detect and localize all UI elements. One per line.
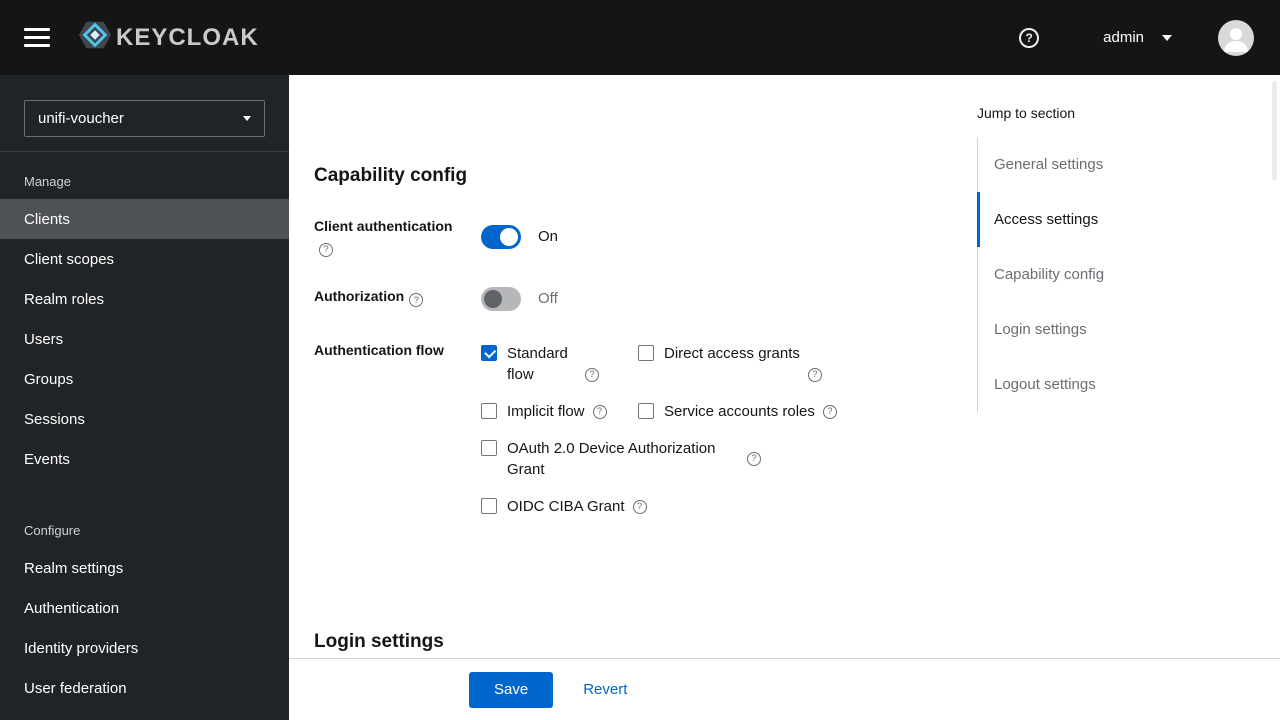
jump-link-logout-settings[interactable]: Logout settings	[978, 357, 1219, 412]
field-label: Authentication flow	[314, 341, 481, 517]
keycloak-logo-text: KEYCLOAK	[116, 23, 259, 51]
sidebar-item-groups[interactable]: Groups	[0, 359, 289, 399]
nav-toggle-button[interactable]	[24, 28, 50, 47]
revert-button[interactable]: Revert	[583, 681, 627, 698]
keycloak-logo[interactable]: KEYCLOAK	[78, 18, 259, 57]
checkbox-icon	[638, 344, 654, 361]
keycloak-admin-console: KEYCLOAK admin unifi-voucher M	[0, 0, 1280, 720]
sidebar-item-authentication[interactable]: Authentication	[0, 588, 289, 628]
checkbox-service-accounts-roles[interactable]: Service accounts roles	[638, 401, 853, 422]
sidebar-item-users[interactable]: Users	[0, 319, 289, 359]
sidebar-nav-list: Realm settings Authentication Identity p…	[0, 548, 289, 708]
checkbox-label: Service accounts roles	[664, 402, 815, 420]
authentication-flow-options: Standard flow Direct access grants Impli…	[481, 341, 853, 517]
sidebar-group-manage: Manage Clients Client scopes Realm roles…	[0, 152, 289, 479]
field-control: On	[481, 217, 949, 257]
keycloak-logo-icon	[78, 18, 112, 57]
checkbox-icon	[481, 439, 497, 456]
help-icon[interactable]	[807, 367, 822, 382]
scrollbar-thumb[interactable]	[1272, 81, 1277, 181]
sidebar-item-user-federation[interactable]: User federation	[0, 668, 289, 708]
field-client-authentication: Client authentication On	[314, 217, 949, 257]
field-authentication-flow: Authentication flow Standard flow Direct…	[314, 341, 949, 517]
main-panel: Capability config Client authentication …	[289, 75, 1280, 720]
avatar[interactable]	[1218, 19, 1254, 56]
sidebar-item-client-scopes[interactable]: Client scopes	[0, 239, 289, 279]
section-title-capability-config: Capability config	[314, 165, 468, 186]
sidebar-item-realm-settings[interactable]: Realm settings	[0, 548, 289, 588]
realm-selector[interactable]: unifi-voucher	[24, 100, 265, 137]
caret-down-icon	[1162, 34, 1172, 41]
checkbox-label: Implicit flow	[507, 402, 585, 420]
client-settings-form: Capability config Client authentication …	[289, 75, 949, 655]
checkbox-implicit-flow[interactable]: Implicit flow	[481, 401, 638, 422]
help-icon[interactable]	[592, 404, 607, 419]
toggle-state-label: Off	[538, 290, 558, 307]
jump-to-section-list: General settings Access settings Capabil…	[977, 137, 1219, 412]
sidebar-item-identity-providers[interactable]: Identity providers	[0, 628, 289, 668]
field-control: Standard flow Direct access grants Impli…	[481, 341, 949, 517]
help-icon[interactable]	[319, 242, 333, 257]
checkbox-direct-access-grants[interactable]: Direct access grants	[638, 343, 853, 385]
checkbox-standard-flow[interactable]: Standard flow	[481, 343, 638, 385]
help-icon[interactable]	[747, 451, 761, 466]
jump-link-login-settings[interactable]: Login settings	[978, 302, 1219, 357]
field-label: Authorization	[314, 287, 481, 311]
help-icon[interactable]	[632, 499, 647, 514]
sidebar-item-realm-roles[interactable]: Realm roles	[0, 279, 289, 319]
jump-to-section-title: Jump to section	[977, 105, 1076, 121]
sidebar-group-title: Configure	[24, 523, 81, 538]
checkbox-oauth-device-authorization-grant[interactable]: OAuth 2.0 Device Authorization Grant	[481, 438, 853, 480]
field-label-text: Client authentication	[314, 218, 453, 234]
checkbox-icon	[481, 402, 497, 419]
checkbox-label: Standard flow	[507, 344, 568, 383]
user-menu-label: admin	[1103, 29, 1144, 46]
help-icon[interactable]	[585, 367, 599, 382]
user-menu[interactable]: admin	[1103, 29, 1172, 46]
section-title-login-settings: Login settings	[314, 630, 444, 652]
sidebar-item-events[interactable]: Events	[0, 439, 289, 479]
field-label-text: Authorization	[314, 287, 405, 304]
header-toolbar: admin	[1019, 19, 1254, 56]
jump-link-general-settings[interactable]: General settings	[978, 137, 1219, 192]
field-label: Client authentication	[314, 217, 481, 257]
authorization-toggle[interactable]	[481, 286, 521, 311]
sidebar-nav-list: Clients Client scopes Realm roles Users …	[0, 199, 289, 479]
checkbox-label: Direct access grants	[664, 344, 800, 362]
checkbox-oidc-ciba-grant[interactable]: OIDC CIBA Grant	[481, 496, 853, 517]
caret-down-icon	[243, 116, 251, 121]
client-authentication-toggle[interactable]	[481, 224, 521, 249]
header: KEYCLOAK admin	[0, 0, 1280, 75]
realm-selector-value: unifi-voucher	[38, 110, 124, 127]
user-silhouette-icon	[1224, 27, 1248, 52]
realm-selector-wrap: unifi-voucher	[0, 75, 289, 152]
checkbox-icon	[638, 402, 654, 419]
sidebar: unifi-voucher Manage Clients Client scop…	[0, 75, 289, 720]
sidebar-item-sessions[interactable]: Sessions	[0, 399, 289, 439]
sidebar-group-title: Manage	[24, 174, 71, 189]
help-icon[interactable]	[822, 404, 837, 419]
field-label-text: Authentication flow	[314, 341, 444, 358]
checkbox-icon	[481, 344, 497, 361]
jump-link-access-settings[interactable]: Access settings	[977, 192, 1219, 247]
checkbox-icon	[481, 497, 497, 514]
jump-to-section: Jump to section General settings Access …	[977, 105, 1219, 412]
checkbox-label: OAuth 2.0 Device Authorization Grant	[507, 439, 716, 478]
sidebar-item-clients[interactable]: Clients	[0, 199, 289, 239]
help-icon[interactable]	[409, 293, 424, 307]
toggle-state-label: On	[538, 228, 559, 246]
field-control: Off	[481, 286, 949, 311]
form-action-bar: Save Revert	[289, 658, 1280, 720]
field-authorization: Authorization Off	[314, 286, 949, 311]
jump-link-capability-config[interactable]: Capability config	[978, 247, 1219, 302]
save-button[interactable]: Save	[469, 671, 554, 708]
checkbox-label: OIDC CIBA Grant	[507, 497, 625, 515]
help-icon[interactable]	[1019, 27, 1040, 48]
sidebar-group-configure: Configure Realm settings Authentication …	[0, 505, 289, 708]
